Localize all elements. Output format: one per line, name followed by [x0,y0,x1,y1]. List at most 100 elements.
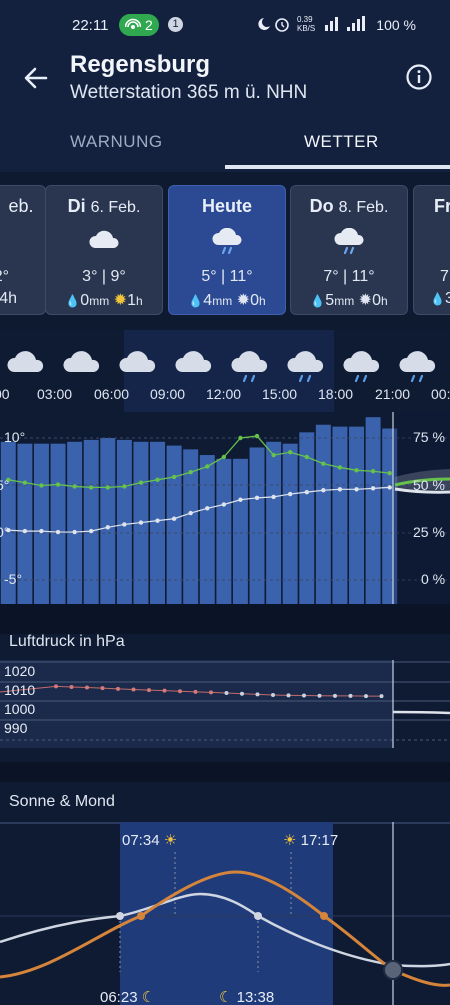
temperature-point [387,470,392,476]
sun-moon-chart[interactable] [0,822,450,1005]
pressure-point [85,685,89,690]
pressure-label: 1020 [4,663,35,679]
pressure-point [224,691,229,696]
dewpoint-point [39,528,44,534]
y-label-right: 0 % [421,571,445,587]
precip-bar [249,447,265,604]
day-label: Heute [169,196,285,217]
temperature-point [72,484,77,489]
temperature-point [205,464,210,469]
day-label: Di 6. Feb. [46,196,162,217]
pressure-label: 1000 [4,701,35,717]
moonset-icon: ☾ [219,989,233,1005]
pressure-chart[interactable]: 1020 1010 1000 990 [0,660,450,748]
dewpoint-point [89,528,94,534]
tab-warnung[interactable]: WARNUNG [70,132,163,152]
pressure-point [131,687,136,692]
status-bar: 22:11 2 1 0.39 KB/S 100 % [0,0,450,44]
signal-icon [325,16,365,31]
day-label: Do 8. Feb. [291,196,407,217]
app-bar: Regensburg Wetterstation 365 m ü. NHN [0,44,450,124]
precip-bar [216,458,232,604]
dewpoint-point [155,518,160,523]
hour-label: 12:00 [206,386,242,402]
pressure-point [116,686,120,691]
hour-label: 21:00 [375,386,411,402]
day-meta: 4h [0,290,17,307]
temperature-chart[interactable]: 10° 5° 0° -5° 75 % 50 % 25 % 0 % [0,412,450,604]
precip-bar [365,417,381,604]
temperature-point [221,454,227,460]
page-title: Regensburg [70,51,211,78]
day-card-today[interactable]: Heute 5° | 11° 💧4mm ✹0h [168,185,286,315]
rain-amount: 4 [203,292,213,309]
pressure-point [162,688,167,693]
temperature-point [105,485,110,490]
page-subtitle: Wetterstation 365 m ü. NHN [70,82,308,103]
moonrise-value: 06:23 [100,989,138,1005]
y-label-right: 75 % [413,429,445,445]
dewpoint-point [221,502,227,507]
dewpoint-point [354,487,359,492]
rain-amount: 3 [444,290,450,307]
day-card-di[interactable]: Di 6. Feb. 3° | 9° 💧0mm ✹1h [45,185,163,315]
dewpoint-point [205,506,210,511]
temperature-point [337,465,343,470]
dewpoint-point [105,525,110,530]
back-arrow-icon[interactable] [22,64,50,92]
day-temps: 3° | 9° [82,268,126,285]
pressure-point [69,684,74,689]
pressure-point [271,692,275,697]
net-speed-value: 0.39 [297,15,313,24]
sun-unit: h [380,294,388,308]
tab-wetter[interactable]: WETTER [304,132,379,152]
day-date: 8. Feb. [338,199,389,216]
temperature-point [304,454,309,460]
current-position-marker [383,960,403,980]
sunset-value: 17:17 [300,832,339,849]
pressure-point [147,688,151,693]
y-label-left: 5° [0,477,9,493]
daily-forecast-strip[interactable]: eb. 2° 4h Di 6. Feb. 3° | 9° 💧0mm ✹1h He… [0,172,450,330]
y-label-right: 50 % [413,477,445,493]
battery-level: 100 % [376,17,416,33]
info-icon[interactable] [405,63,433,91]
day-card-fr[interactable]: Fr 7 💧3 [413,185,450,315]
dewpoint-point [287,491,293,497]
section-divider [0,604,450,634]
pressure-title: Luftdruck in hPa [9,633,125,650]
precip-bar [199,455,215,604]
moonset-marker [254,912,262,920]
precip-bar [100,438,116,604]
net-speed-unit: KB/S [297,24,316,33]
moonrise-time: 06:23 ☾ [100,988,155,1005]
status-time: 22:11 [72,17,109,34]
precip-bar [349,426,365,604]
pressure-point [317,693,322,698]
rain-cloud-icon [212,228,242,255]
sun-moon-title: Sonne & Mond [9,793,115,810]
sunrise-icon: ☀ [163,832,178,849]
rain-unit: mm [334,294,355,308]
temperature-point [370,469,376,474]
dewpoint-point [188,510,193,516]
status-icons [258,16,298,37]
sun-hours: 0 [250,292,259,309]
day-meta: 💧3 [430,290,450,308]
tab-bar: WARNUNG WETTER [0,124,450,172]
dewpoint-point [138,520,144,525]
temperature-point [321,461,326,466]
day-card-do[interactable]: Do 8. Feb. 7° | 11° 💧5mm ✹0h [290,185,408,315]
day-card-prev[interactable]: eb. 2° 4h [0,185,46,315]
sunrise-value: 07:34 [122,832,160,849]
dewpoint-point [321,488,326,493]
y-label-right: 25 % [413,524,445,540]
y-label-left: 10° [4,429,25,445]
hotspot-icon [125,18,141,29]
dewpoint-point [304,489,309,495]
day-meta: 💧4mm ✹0h [188,292,266,309]
hour-label: 15:00 [262,386,298,402]
pressure-point [240,691,244,696]
day-meta: 💧5mm ✹0h [310,292,388,309]
sun-hours: 0 [372,292,381,309]
